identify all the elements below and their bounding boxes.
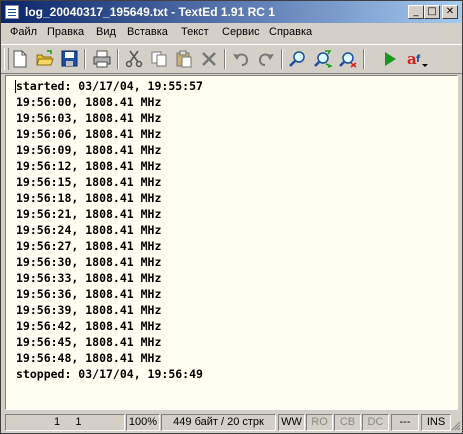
editor-line: 19:56:18, 1808.41 MHz — [16, 191, 162, 205]
status-read-only[interactable]: RO — [306, 414, 333, 431]
status-cursor-position: 1 1 — [5, 414, 125, 431]
editor-line: 19:56:30, 1808.41 MHz — [16, 255, 162, 269]
editor-line: 19:56:06, 1808.41 MHz — [16, 127, 162, 141]
app-icon[interactable] — [5, 5, 19, 19]
toolbar-separator — [84, 49, 86, 69]
text-editor[interactable]: started: 03/17/04, 19:55:57 19:56:00, 180… — [5, 75, 458, 410]
status-zoom[interactable]: 100% — [126, 414, 160, 431]
editor-line: 19:56:42, 1808.41 MHz — [16, 319, 162, 333]
menu-bar: Файл Правка Вид Вставка Текст Сервис Спр… — [1, 23, 462, 42]
maximize-button[interactable]: □ — [424, 5, 440, 19]
menu-insert[interactable]: Вставка — [127, 26, 168, 38]
svg-text:f: f — [416, 54, 421, 65]
editor-line: 19:56:12, 1808.41 MHz — [16, 159, 162, 173]
status-insert-mode[interactable]: INS — [421, 414, 451, 431]
editor-line: 19:56:45, 1808.41 MHz — [16, 335, 162, 349]
editor-line: 19:56:21, 1808.41 MHz — [16, 207, 162, 221]
replace-icon[interactable] — [337, 48, 359, 70]
toolbar: af — [1, 44, 462, 74]
title-bar[interactable]: log_20040317_195649.txt - TextEd 1.91 RC… — [1, 1, 462, 23]
editor-line: 19:56:09, 1808.41 MHz — [16, 143, 162, 157]
editor-line: 19:56:36, 1808.41 MHz — [16, 287, 162, 301]
editor-content[interactable]: started: 03/17/04, 19:55:57 19:56:00, 180… — [16, 78, 203, 382]
window-title: log_20040317_195649.txt - TextEd 1.91 RC… — [25, 5, 275, 19]
app-window: log_20040317_195649.txt - TextEd 1.91 RC… — [0, 0, 463, 434]
status-bar: 1 1 100% 449 байт / 20 стрк WW RO CB DC … — [1, 412, 462, 433]
run-icon[interactable] — [379, 48, 401, 70]
redo-icon[interactable] — [255, 48, 277, 70]
editor-line: 19:56:00, 1808.41 MHz — [16, 95, 162, 109]
save-icon[interactable] — [59, 48, 81, 70]
menu-tools[interactable]: Сервис — [222, 26, 260, 38]
menu-edit[interactable]: Правка — [47, 26, 84, 38]
copy-icon[interactable] — [148, 48, 170, 70]
editor-line: 19:56:48, 1808.41 MHz — [16, 351, 162, 365]
status-dots: --- — [391, 414, 419, 431]
toolbar-separator — [117, 49, 119, 69]
paste-icon[interactable] — [173, 48, 195, 70]
editor-line: stopped: 03/17/04, 19:56:49 — [16, 367, 203, 381]
font-icon[interactable]: af — [405, 48, 428, 70]
status-file-info: 449 байт / 20 стрк — [161, 414, 276, 431]
menu-text[interactable]: Текст — [181, 26, 209, 38]
editor-line: 19:56:27, 1808.41 MHz — [16, 239, 162, 253]
open-folder-icon[interactable] — [34, 48, 56, 70]
status-word-wrap[interactable]: WW — [278, 414, 305, 431]
minimize-button[interactable]: _ — [408, 5, 424, 19]
editor-line: 19:56:24, 1808.41 MHz — [16, 223, 162, 237]
find-icon[interactable] — [287, 48, 309, 70]
print-icon[interactable] — [91, 48, 113, 70]
editor-line: 19:56:03, 1808.41 MHz — [16, 111, 162, 125]
delete-icon[interactable] — [198, 48, 220, 70]
cut-icon[interactable] — [123, 48, 145, 70]
status-column-block[interactable]: CB — [334, 414, 361, 431]
resize-grip-icon[interactable] — [450, 420, 461, 431]
find-next-icon[interactable] — [312, 48, 334, 70]
status-dc[interactable]: DC — [362, 414, 389, 431]
new-file-icon[interactable] — [9, 48, 31, 70]
toolbar-separator — [281, 49, 283, 69]
menu-file[interactable]: Файл — [10, 26, 37, 38]
toolbar-separator — [363, 49, 365, 69]
editor-line: 19:56:15, 1808.41 MHz — [16, 175, 162, 189]
close-button[interactable]: ✕ — [442, 5, 458, 19]
editor-line: started: 03/17/04, 19:55:57 — [16, 79, 203, 93]
editor-line: 19:56:33, 1808.41 MHz — [16, 271, 162, 285]
toolbar-separator — [224, 49, 226, 69]
undo-icon[interactable] — [230, 48, 252, 70]
menu-help[interactable]: Справка — [269, 26, 312, 38]
editor-line: 19:56:39, 1808.41 MHz — [16, 303, 162, 317]
menu-view[interactable]: Вид — [96, 26, 116, 38]
